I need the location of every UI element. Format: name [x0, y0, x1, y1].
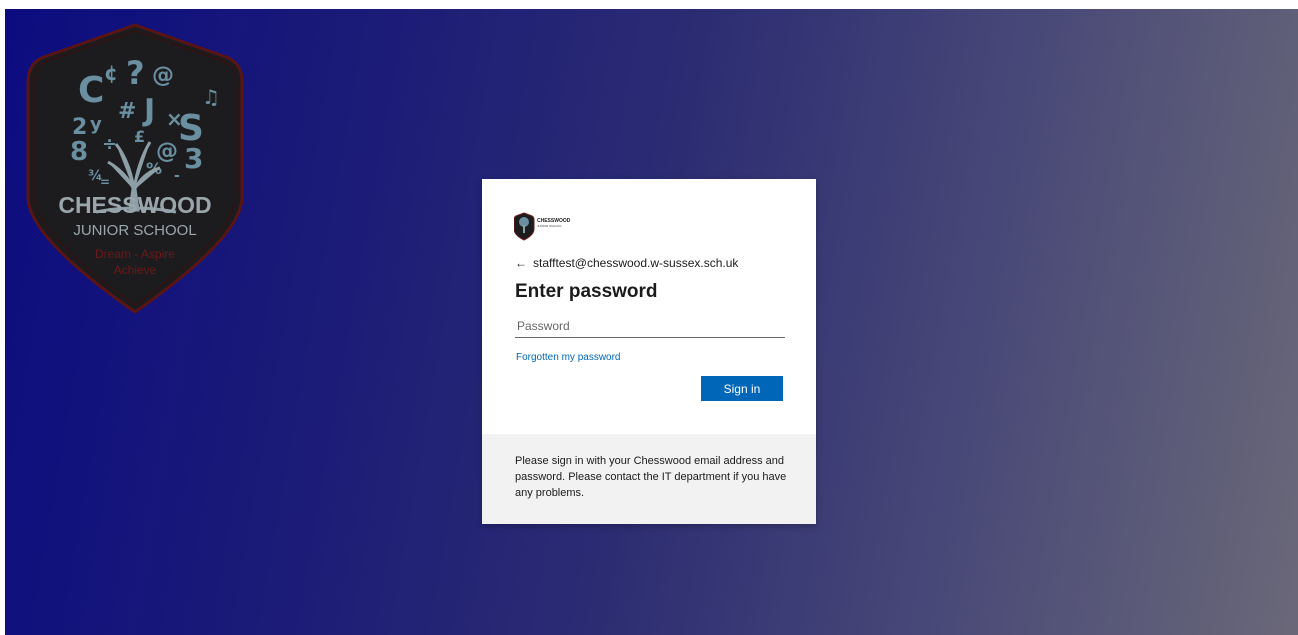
school-crest-logo: C ¢ ? @ # J × S 2 y 8 ÷ £ @ 3 ♫ ¾ % = - … [26, 23, 244, 314]
svg-text:-: - [174, 168, 180, 184]
svg-text:£: £ [134, 127, 145, 146]
crest-motto-line2: Achieve [114, 263, 157, 277]
svg-text:3: 3 [184, 142, 203, 175]
back-to-email[interactable]: ← stafftest@chesswood.w-sussex.sch.uk [515, 256, 738, 270]
svg-text:y: y [90, 114, 102, 135]
crest-name-line2: JUNIOR SCHOOL [73, 222, 196, 239]
svg-text:8: 8 [70, 137, 88, 167]
account-email: stafftest@chesswood.w-sussex.sch.uk [533, 256, 739, 270]
svg-text:÷: ÷ [102, 134, 117, 155]
help-text: Please sign in with your Chesswood email… [515, 455, 787, 499]
svg-text:C: C [78, 70, 104, 111]
svg-text:?: ? [126, 54, 145, 92]
svg-text:¢: ¢ [104, 61, 118, 85]
page-title: Enter password [515, 281, 658, 302]
logo-subtext: JUNIOR SCHOOL [537, 224, 562, 228]
crest-motto-line1: Dream - Aspire [95, 247, 175, 261]
signin-card: CHESSWOOD JUNIOR SCHOOL ← stafftest@ches… [482, 179, 816, 524]
chesswood-logo: CHESSWOOD JUNIOR SCHOOL [514, 212, 571, 241]
password-input[interactable] [515, 315, 785, 338]
sign-in-button[interactable]: Sign in [701, 376, 783, 401]
svg-text:♫: ♫ [202, 85, 220, 109]
svg-text:#: # [118, 99, 136, 124]
svg-text:J: J [142, 93, 155, 128]
svg-text:=: = [100, 175, 110, 189]
svg-text:@: @ [152, 63, 174, 88]
signin-footer: Please sign in with your Chesswood email… [482, 434, 816, 524]
crest-name-line1: CHESSWOOD [58, 192, 211, 218]
arrow-left-icon[interactable]: ← [515, 256, 527, 270]
forgot-password-link[interactable]: Forgotten my password [516, 352, 621, 363]
